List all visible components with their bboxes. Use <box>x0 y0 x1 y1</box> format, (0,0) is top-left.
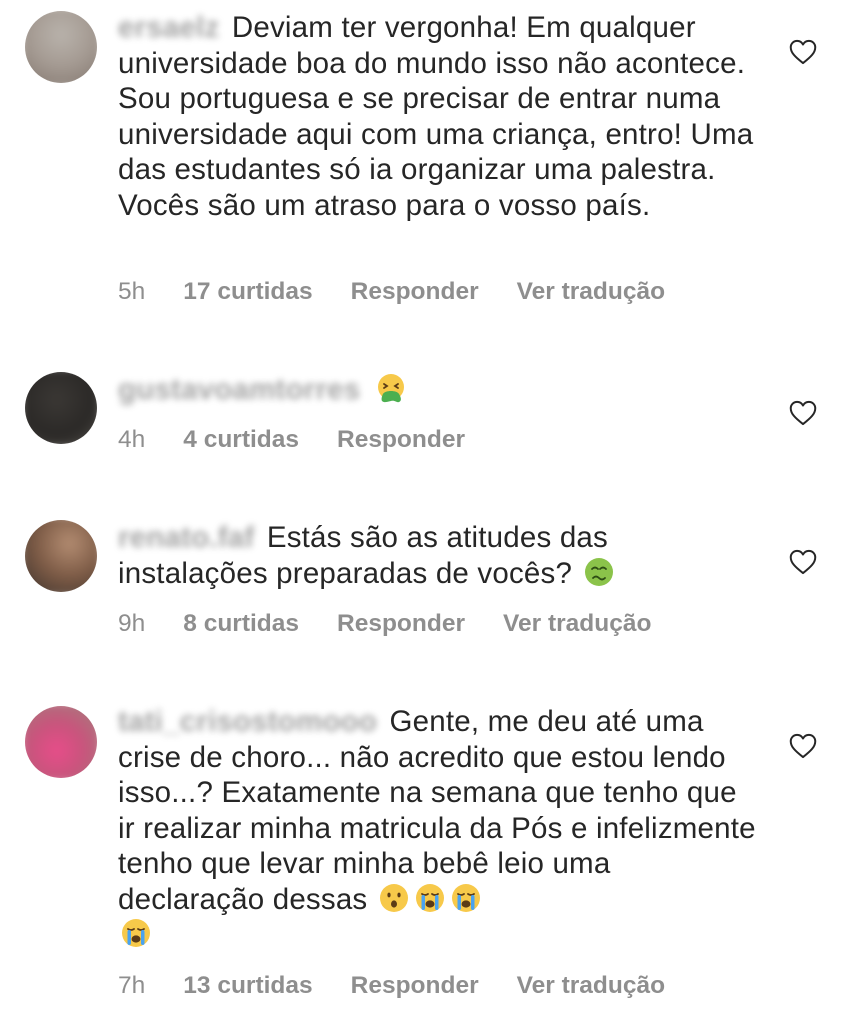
comment-meta: 7h 13 curtidas Responder Ver tradução <box>118 970 703 1002</box>
timestamp: 4h <box>118 426 146 453</box>
likes-count[interactable]: 17 curtidas <box>183 278 312 306</box>
comment-meta: 9h 8 curtidas Responder Ver tradução <box>118 608 689 640</box>
crying-face-emoji <box>451 883 480 912</box>
comment-meta: 4h 4 curtidas Responder <box>118 424 503 456</box>
comment-meta: 5h 17 curtidas Responder Ver tradução <box>118 276 703 308</box>
avatar[interactable] <box>25 372 97 444</box>
timestamp: 7h <box>118 972 146 999</box>
comment-text: ersaelz Deviam ter vergonha! Em qualquer… <box>118 10 758 223</box>
crying-face-emoji <box>415 883 444 912</box>
timestamp: 5h <box>118 278 146 305</box>
comment-item: tati_crisostomooo Gente, me deu até uma … <box>0 700 865 1024</box>
reply-button[interactable]: Responder <box>337 610 465 638</box>
see-translation-button[interactable]: Ver tradução <box>503 610 651 638</box>
username[interactable]: tati_crisostomooo <box>118 704 377 740</box>
comment-item: gustavoamtorres 4h 4 curtidas Responder <box>0 360 865 470</box>
nauseated-face-emoji <box>584 557 613 586</box>
avatar[interactable] <box>25 11 97 83</box>
likes-count[interactable]: 8 curtidas <box>183 610 299 638</box>
comment-text: renato.faf Estás são as atitudes das ins… <box>118 520 758 591</box>
heart-icon[interactable] <box>789 549 817 575</box>
see-translation-button[interactable]: Ver tradução <box>517 278 665 306</box>
reply-button[interactable]: Responder <box>351 278 479 306</box>
crying-face-emoji <box>122 919 150 947</box>
comment-item: renato.faf Estás são as atitudes das ins… <box>0 510 865 660</box>
username[interactable]: gustavoamtorres <box>118 372 360 408</box>
comment-text: gustavoamtorres <box>118 372 758 408</box>
comment-item: ersaelz Deviam ter vergonha! Em qualquer… <box>0 0 865 320</box>
vomiting-face-emoji <box>377 374 404 403</box>
comment-text: tati_crisostomooo Gente, me deu até uma … <box>118 704 758 953</box>
username[interactable]: ersaelz <box>118 10 219 46</box>
avatar[interactable] <box>25 706 97 778</box>
hushed-face-emoji <box>379 883 408 912</box>
avatar[interactable] <box>25 520 97 592</box>
reply-button[interactable]: Responder <box>337 426 465 454</box>
likes-count[interactable]: 13 curtidas <box>183 972 312 1000</box>
heart-icon[interactable] <box>789 39 817 65</box>
timestamp: 9h <box>118 610 146 637</box>
reply-button[interactable]: Responder <box>351 972 479 1000</box>
heart-icon[interactable] <box>789 400 817 426</box>
heart-icon[interactable] <box>789 733 817 759</box>
see-translation-button[interactable]: Ver tradução <box>517 972 665 1000</box>
likes-count[interactable]: 4 curtidas <box>183 426 299 454</box>
username[interactable]: renato.faf <box>118 520 254 556</box>
